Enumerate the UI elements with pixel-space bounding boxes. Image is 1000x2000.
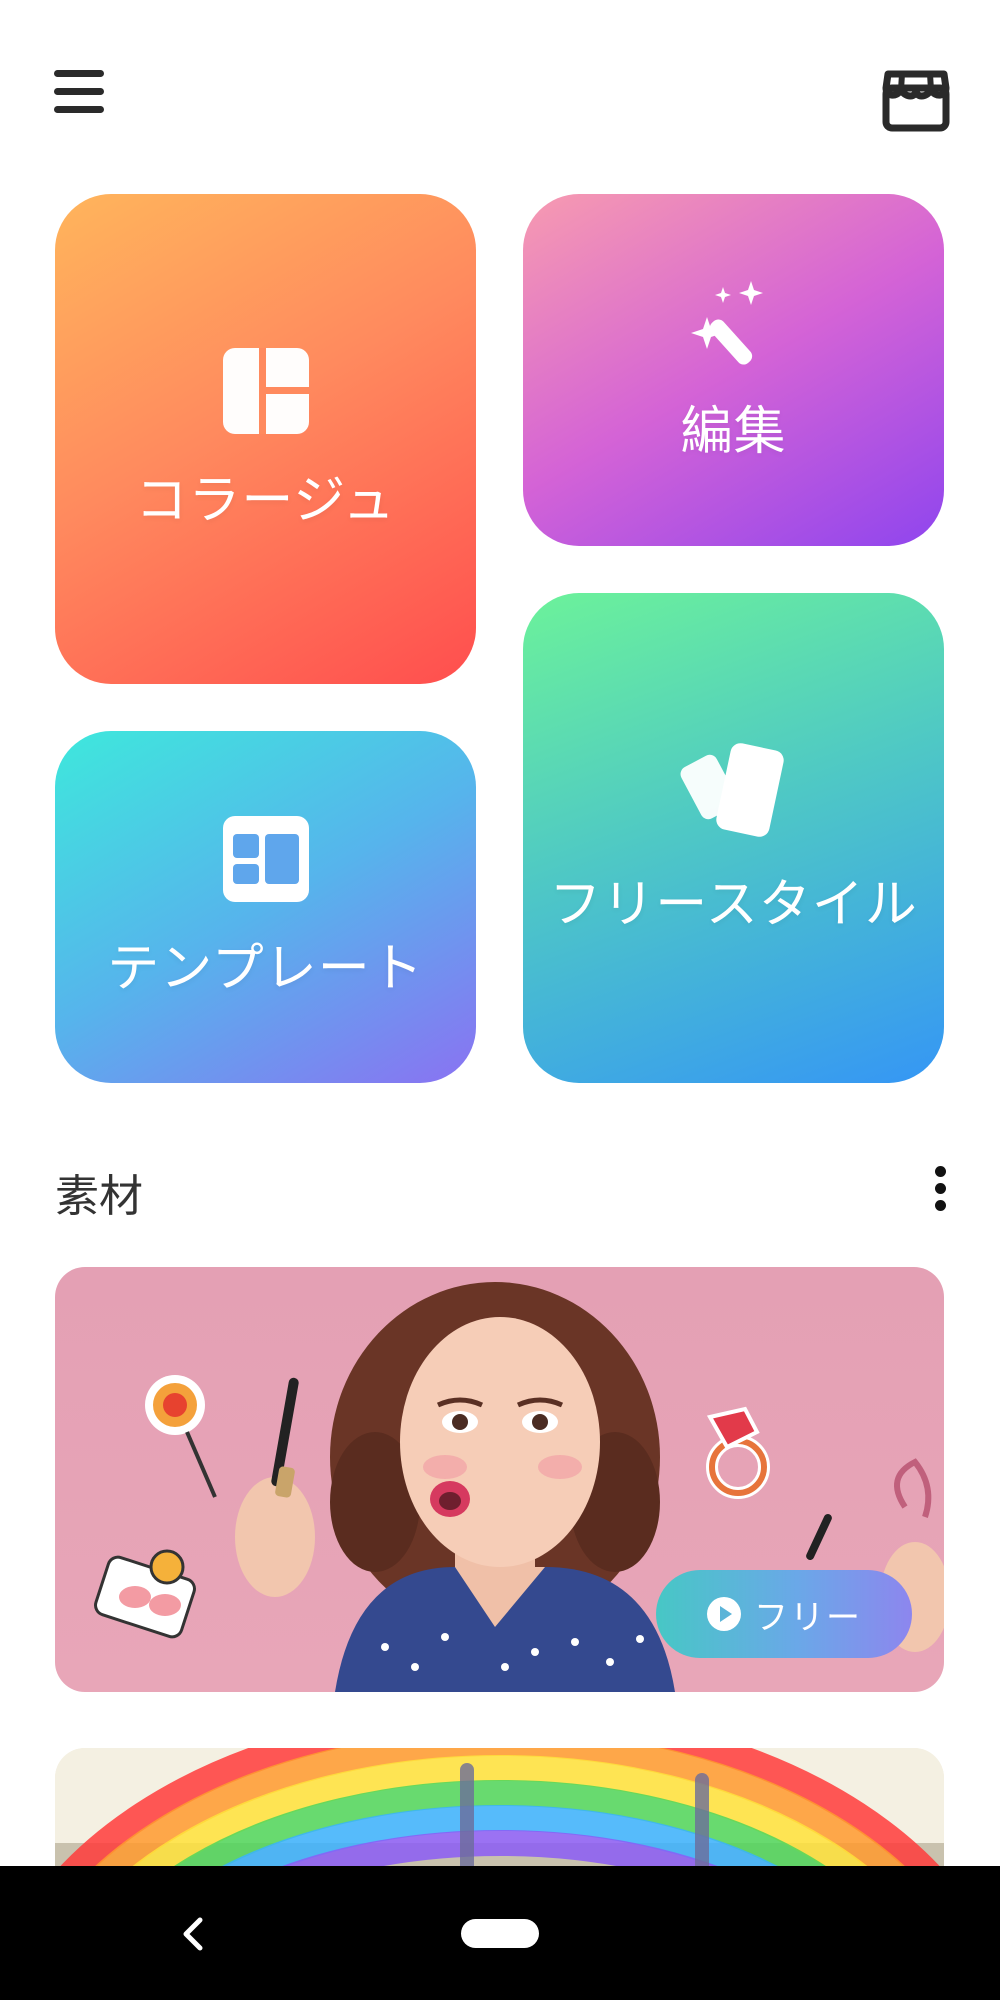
app-screen: コラージュ 編集 テンプレート フリースタイル 素材 フリー: [0, 0, 1000, 2000]
more-dot: [935, 1183, 946, 1194]
tile-template-label: テンプレート: [107, 938, 424, 999]
makeup-sticker-banner[interactable]: フリー: [55, 1267, 944, 1692]
collage-layout-icon: [221, 346, 311, 440]
tile-edit-label: 編集: [680, 401, 787, 462]
magic-wand-icon: [689, 277, 779, 371]
template-grid-icon: [221, 814, 311, 908]
tile-collage[interactable]: コラージュ: [55, 194, 476, 684]
tile-freestyle[interactable]: フリースタイル: [523, 593, 944, 1083]
cards-icon: [679, 740, 789, 844]
free-badge-label: フリー: [754, 1597, 862, 1638]
tile-template[interactable]: テンプレート: [55, 731, 476, 1083]
menu-line: [54, 88, 104, 95]
free-badge[interactable]: フリー: [656, 1570, 912, 1658]
menu-line: [54, 70, 104, 77]
more-dot: [935, 1166, 946, 1177]
more-dot: [935, 1200, 946, 1211]
more-vertical-icon[interactable]: [925, 1164, 955, 1214]
materials-section-title: 素材: [55, 1171, 143, 1222]
tile-freestyle-label: フリースタイル: [549, 874, 918, 935]
menu-line: [54, 106, 104, 113]
tile-collage-label: コラージュ: [135, 470, 396, 531]
hamburger-menu-icon[interactable]: [48, 64, 112, 120]
tile-edit[interactable]: 編集: [523, 194, 944, 546]
back-chevron-icon[interactable]: [170, 1910, 214, 1958]
system-navigation-bar: [0, 1866, 1000, 2000]
home-pill-icon[interactable]: [461, 1919, 539, 1948]
play-circle-icon: [707, 1597, 741, 1631]
store-icon[interactable]: [880, 66, 952, 132]
